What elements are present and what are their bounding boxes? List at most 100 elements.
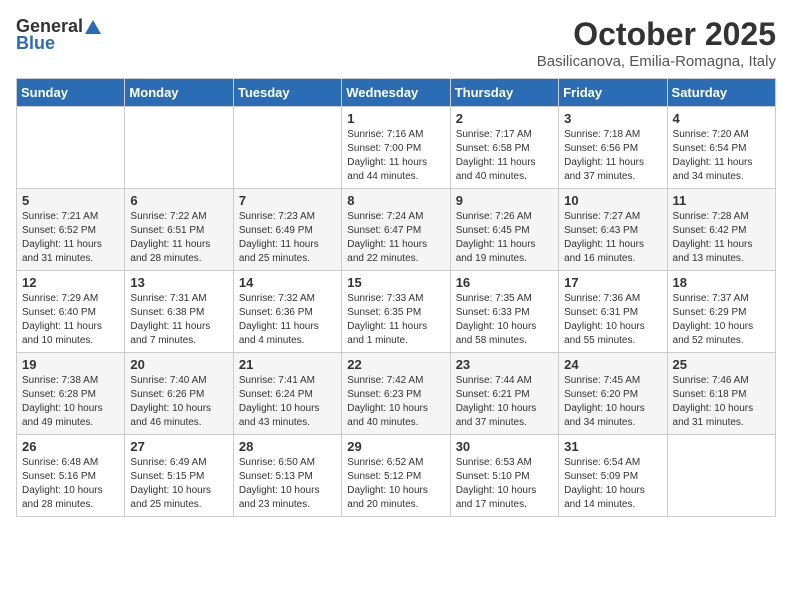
day-number: 27 xyxy=(130,439,227,454)
day-info: Sunrise: 7:32 AM Sunset: 6:36 PM Dayligh… xyxy=(239,292,336,348)
day-number: 10 xyxy=(564,193,661,208)
day-info: Sunrise: 7:27 AM Sunset: 6:43 PM Dayligh… xyxy=(564,210,661,266)
day-number: 22 xyxy=(347,357,444,372)
day-number: 7 xyxy=(239,193,336,208)
calendar-week-row: 26 Sunrise: 6:48 AM Sunset: 5:16 PM Dayli… xyxy=(17,435,776,517)
table-row: 22Sunrise: 7:42 AM Sunset: 6:23 PM Dayli… xyxy=(342,353,450,435)
table-row: 7Sunrise: 7:23 AM Sunset: 6:49 PM Daylig… xyxy=(233,189,341,271)
day-number: 16 xyxy=(456,275,553,290)
day-number: 5 xyxy=(22,193,119,208)
day-info: Sunrise: 6:53 AM Sunset: 5:10 PM Dayligh… xyxy=(456,456,553,512)
table-row: 20 Sunrise: 7:40 AM Sunset: 6:26 PM Dayli… xyxy=(125,353,233,435)
table-row: 23 Sunrise: 7:44 AM Sunset: 6:21 PM Dayli… xyxy=(450,353,558,435)
calendar-week-row: 12Sunrise: 7:29 AM Sunset: 6:40 PM Dayli… xyxy=(17,271,776,353)
day-number: 4 xyxy=(673,111,770,126)
day-number: 18 xyxy=(673,275,770,290)
table-row: 19Sunrise: 7:38 AM Sunset: 6:28 PM Dayli… xyxy=(17,353,125,435)
header-monday: Monday xyxy=(125,79,233,107)
location-title: Basilicanova, Emilia-Romagna, Italy xyxy=(537,53,776,70)
day-number: 8 xyxy=(347,193,444,208)
logo-icon xyxy=(84,18,102,36)
header-thursday: Thursday xyxy=(450,79,558,107)
day-info: Sunrise: 7:37 AM Sunset: 6:29 PM Dayligh… xyxy=(673,292,770,348)
table-row: 16Sunrise: 7:35 AM Sunset: 6:33 PM Dayli… xyxy=(450,271,558,353)
header-saturday: Saturday xyxy=(667,79,775,107)
day-info: Sunrise: 7:33 AM Sunset: 6:35 PM Dayligh… xyxy=(347,292,444,348)
day-info: Sunrise: 6:50 AM Sunset: 5:13 PM Dayligh… xyxy=(239,456,336,512)
day-number: 1 xyxy=(347,111,444,126)
day-info: Sunrise: 7:44 AM Sunset: 6:21 PM Dayligh… xyxy=(456,374,553,430)
day-info: Sunrise: 7:36 AM Sunset: 6:31 PM Dayligh… xyxy=(564,292,661,348)
table-row: 18 Sunrise: 7:37 AM Sunset: 6:29 PM Dayli… xyxy=(667,271,775,353)
day-number: 23 xyxy=(456,357,553,372)
day-number: 9 xyxy=(456,193,553,208)
day-info: Sunrise: 7:21 AM Sunset: 6:52 PM Dayligh… xyxy=(22,210,119,266)
table-row: 29 Sunrise: 6:52 AM Sunset: 5:12 PM Dayli… xyxy=(342,435,450,517)
table-row: 15 Sunrise: 7:33 AM Sunset: 6:35 PM Dayli… xyxy=(342,271,450,353)
day-number: 21 xyxy=(239,357,336,372)
table-row: 9Sunrise: 7:26 AM Sunset: 6:45 PM Daylig… xyxy=(450,189,558,271)
day-info: Sunrise: 6:54 AM Sunset: 5:09 PM Dayligh… xyxy=(564,456,661,512)
day-info: Sunrise: 7:28 AM Sunset: 6:42 PM Dayligh… xyxy=(673,210,770,266)
table-row: 4 Sunrise: 7:20 AM Sunset: 6:54 PM Daylig… xyxy=(667,107,775,189)
calendar-week-row: 1 Sunrise: 7:16 AM Sunset: 7:00 PM Daylig… xyxy=(17,107,776,189)
table-row xyxy=(233,107,341,189)
logo-blue: Blue xyxy=(16,33,55,54)
day-info: Sunrise: 7:46 AM Sunset: 6:18 PM Dayligh… xyxy=(673,374,770,430)
day-number: 20 xyxy=(130,357,227,372)
table-row: 14 Sunrise: 7:32 AM Sunset: 6:36 PM Dayli… xyxy=(233,271,341,353)
month-title: October 2025 xyxy=(537,16,776,53)
table-row: 28 Sunrise: 6:50 AM Sunset: 5:13 PM Dayli… xyxy=(233,435,341,517)
table-row: 5 Sunrise: 7:21 AM Sunset: 6:52 PM Daylig… xyxy=(17,189,125,271)
table-row: 21 Sunrise: 7:41 AM Sunset: 6:24 PM Dayli… xyxy=(233,353,341,435)
table-row xyxy=(667,435,775,517)
table-row: 25 Sunrise: 7:46 AM Sunset: 6:18 PM Dayli… xyxy=(667,353,775,435)
day-number: 26 xyxy=(22,439,119,454)
table-row: 27 Sunrise: 6:49 AM Sunset: 5:15 PM Dayli… xyxy=(125,435,233,517)
day-info: Sunrise: 7:20 AM Sunset: 6:54 PM Dayligh… xyxy=(673,128,770,184)
table-row: 10 Sunrise: 7:27 AM Sunset: 6:43 PM Dayli… xyxy=(559,189,667,271)
header-friday: Friday xyxy=(559,79,667,107)
day-number: 17 xyxy=(564,275,661,290)
table-row: 26 Sunrise: 6:48 AM Sunset: 5:16 PM Dayli… xyxy=(17,435,125,517)
calendar-header-row: Sunday Monday Tuesday Wednesday Thursday… xyxy=(17,79,776,107)
table-row: 31 Sunrise: 6:54 AM Sunset: 5:09 PM Dayli… xyxy=(559,435,667,517)
day-info: Sunrise: 7:31 AM Sunset: 6:38 PM Dayligh… xyxy=(130,292,227,348)
page-header: General Blue October 2025 Basilicanova, … xyxy=(16,16,776,70)
day-info: Sunrise: 6:52 AM Sunset: 5:12 PM Dayligh… xyxy=(347,456,444,512)
table-row: 6Sunrise: 7:22 AM Sunset: 6:51 PM Daylig… xyxy=(125,189,233,271)
day-number: 25 xyxy=(673,357,770,372)
day-number: 29 xyxy=(347,439,444,454)
calendar: Sunday Monday Tuesday Wednesday Thursday… xyxy=(16,78,776,517)
day-number: 24 xyxy=(564,357,661,372)
day-info: Sunrise: 7:16 AM Sunset: 7:00 PM Dayligh… xyxy=(347,128,444,184)
day-number: 13 xyxy=(130,275,227,290)
day-number: 11 xyxy=(673,193,770,208)
day-info: Sunrise: 7:17 AM Sunset: 6:58 PM Dayligh… xyxy=(456,128,553,184)
day-info: Sunrise: 7:22 AM Sunset: 6:51 PM Dayligh… xyxy=(130,210,227,266)
table-row: 13 Sunrise: 7:31 AM Sunset: 6:38 PM Dayli… xyxy=(125,271,233,353)
table-row: 3 Sunrise: 7:18 AM Sunset: 6:56 PM Daylig… xyxy=(559,107,667,189)
day-number: 30 xyxy=(456,439,553,454)
day-number: 14 xyxy=(239,275,336,290)
day-number: 3 xyxy=(564,111,661,126)
day-info: Sunrise: 6:48 AM Sunset: 5:16 PM Dayligh… xyxy=(22,456,119,512)
table-row xyxy=(125,107,233,189)
day-number: 2 xyxy=(456,111,553,126)
day-info: Sunrise: 7:41 AM Sunset: 6:24 PM Dayligh… xyxy=(239,374,336,430)
day-number: 15 xyxy=(347,275,444,290)
day-number: 28 xyxy=(239,439,336,454)
day-number: 31 xyxy=(564,439,661,454)
header-tuesday: Tuesday xyxy=(233,79,341,107)
table-row: 8 Sunrise: 7:24 AM Sunset: 6:47 PM Daylig… xyxy=(342,189,450,271)
day-number: 12 xyxy=(22,275,119,290)
table-row: 1 Sunrise: 7:16 AM Sunset: 7:00 PM Daylig… xyxy=(342,107,450,189)
day-info: Sunrise: 7:18 AM Sunset: 6:56 PM Dayligh… xyxy=(564,128,661,184)
day-info: Sunrise: 7:24 AM Sunset: 6:47 PM Dayligh… xyxy=(347,210,444,266)
table-row: 12Sunrise: 7:29 AM Sunset: 6:40 PM Dayli… xyxy=(17,271,125,353)
day-info: Sunrise: 6:49 AM Sunset: 5:15 PM Dayligh… xyxy=(130,456,227,512)
day-info: Sunrise: 7:45 AM Sunset: 6:20 PM Dayligh… xyxy=(564,374,661,430)
table-row: 2 Sunrise: 7:17 AM Sunset: 6:58 PM Daylig… xyxy=(450,107,558,189)
header-wednesday: Wednesday xyxy=(342,79,450,107)
day-info: Sunrise: 7:40 AM Sunset: 6:26 PM Dayligh… xyxy=(130,374,227,430)
